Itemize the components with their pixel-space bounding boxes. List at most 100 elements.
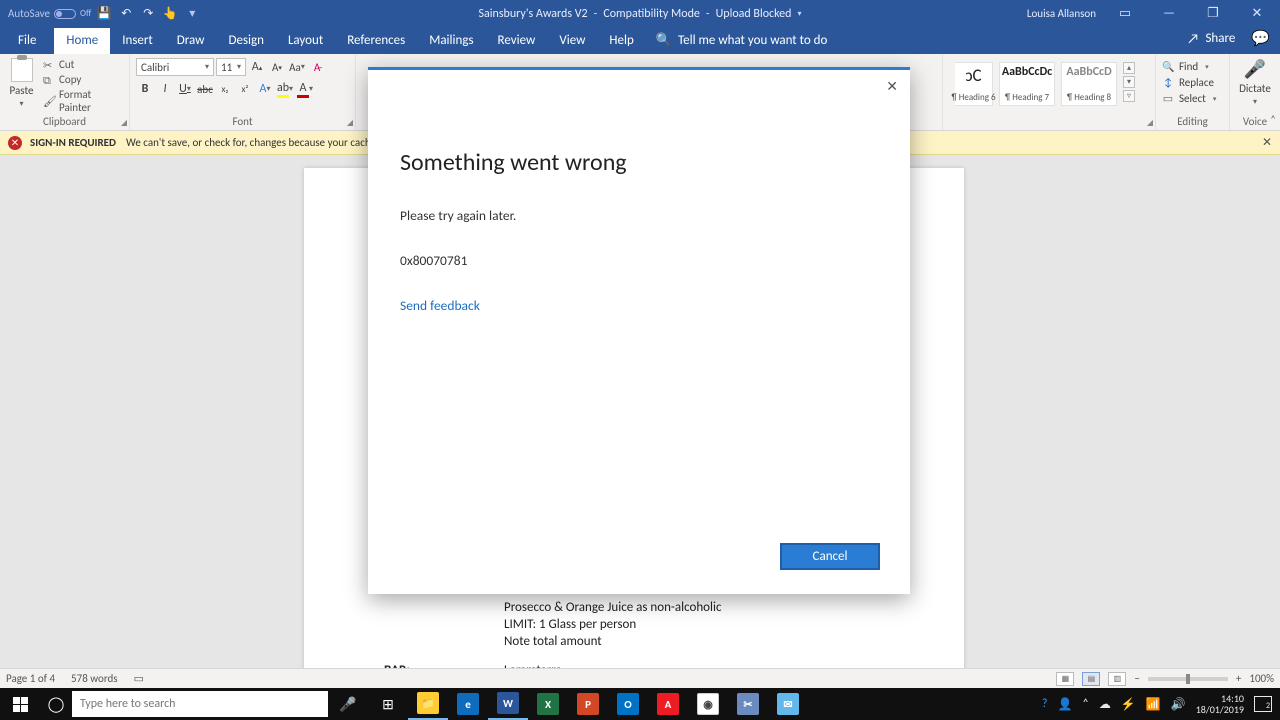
subscript-button[interactable]: x₂: [216, 80, 234, 98]
web-layout-icon[interactable]: ▥: [1108, 672, 1126, 686]
onedrive-icon[interactable]: ☁: [1099, 697, 1111, 712]
style-heading6[interactable]: ɔC ¶ Heading 6: [955, 62, 993, 106]
shrink-font-icon[interactable]: A▾: [268, 58, 286, 76]
highlight-color-button[interactable]: ab▾: [276, 80, 294, 98]
style-heading7[interactable]: AaBbCcDc ¶ Heading 7: [999, 62, 1055, 106]
taskbar-mail-icon[interactable]: ✉: [768, 688, 808, 720]
account-user-name[interactable]: Louisa Allanson: [1027, 7, 1096, 20]
tab-layout[interactable]: Layout: [276, 28, 335, 54]
taskbar-excel-icon[interactable]: X: [528, 688, 568, 720]
undo-icon[interactable]: ↶: [117, 5, 135, 23]
taskbar-chrome-icon[interactable]: ◉: [688, 688, 728, 720]
page-status[interactable]: Page 1 of 4: [6, 672, 55, 685]
volume-icon[interactable]: 🔊: [1171, 697, 1186, 712]
taskbar-outlook-icon[interactable]: O: [608, 688, 648, 720]
styles-scroll-down-icon[interactable]: ▾: [1123, 76, 1135, 88]
action-center-icon[interactable]: 2: [1254, 696, 1272, 712]
tab-file[interactable]: File: [0, 28, 54, 54]
autosave-toggle[interactable]: AutoSave Off: [8, 7, 91, 20]
text-effects-icon[interactable]: A▾: [256, 80, 274, 98]
spell-check-icon[interactable]: ▭: [134, 672, 144, 685]
tab-design[interactable]: Design: [216, 28, 275, 54]
cortana-icon[interactable]: ◯: [40, 695, 72, 714]
zoom-slider[interactable]: [1148, 677, 1228, 681]
font-size-combo[interactable]: 11▾: [216, 58, 246, 76]
paste-button[interactable]: Paste ▾: [6, 58, 37, 110]
tab-draw[interactable]: Draw: [165, 28, 217, 54]
format-painter-button[interactable]: Format Painter: [43, 88, 123, 114]
style-heading6-label: ¶ Heading 6: [951, 92, 995, 103]
tab-review[interactable]: Review: [486, 28, 548, 54]
send-feedback-link[interactable]: Send feedback: [400, 297, 878, 314]
replace-button[interactable]: Replace: [1162, 76, 1223, 89]
copy-button[interactable]: Copy: [43, 73, 123, 86]
task-view-icon[interactable]: ⊞: [368, 688, 408, 720]
taskbar-file-explorer-icon[interactable]: 📁: [408, 688, 448, 720]
find-button[interactable]: Find▾: [1162, 60, 1223, 73]
clear-formatting-icon[interactable]: A̶: [308, 58, 326, 76]
underline-button[interactable]: U▾: [176, 80, 194, 98]
read-mode-icon[interactable]: ▦: [1056, 672, 1074, 686]
tab-view[interactable]: View: [547, 28, 597, 54]
font-color-button[interactable]: A▾: [296, 80, 314, 98]
taskbar-powerpoint-icon[interactable]: P: [568, 688, 608, 720]
styles-expand-icon[interactable]: ▿: [1123, 90, 1135, 102]
taskbar-mic-icon[interactable]: 🎤: [328, 688, 368, 720]
taskbar-clock[interactable]: 14:10 18/01/2019: [1196, 693, 1244, 715]
tab-help[interactable]: Help: [597, 28, 645, 54]
start-button[interactable]: [0, 688, 40, 720]
tab-home[interactable]: Home: [54, 28, 110, 54]
window-close-icon[interactable]: ✕: [1242, 6, 1272, 21]
font-name-combo[interactable]: Calibri▾: [136, 58, 214, 76]
strikethrough-button[interactable]: abc: [196, 80, 214, 98]
taskbar-search-input[interactable]: Type here to search: [72, 691, 328, 717]
bold-button[interactable]: B: [136, 80, 154, 98]
tab-references[interactable]: References: [335, 28, 417, 54]
wifi-icon[interactable]: 📶: [1146, 697, 1161, 712]
zoom-in-icon[interactable]: +: [1236, 672, 1241, 685]
taskbar-acrobat-icon[interactable]: A: [648, 688, 688, 720]
zoom-out-icon[interactable]: −: [1134, 672, 1139, 685]
collapse-ribbon-icon[interactable]: ˄: [1270, 113, 1276, 126]
cut-button[interactable]: Cut: [43, 58, 123, 71]
people-icon[interactable]: 👤: [1057, 697, 1072, 712]
superscript-button[interactable]: x²: [236, 80, 254, 98]
word-count[interactable]: 578 words: [71, 672, 118, 685]
taskbar-snip-icon[interactable]: ✂: [728, 688, 768, 720]
taskbar-edge-icon[interactable]: e: [448, 688, 488, 720]
dictate-button[interactable]: 🎤 Dictate ▾: [1236, 58, 1274, 107]
italic-button[interactable]: I: [156, 80, 174, 98]
styles-dialog-launcher-icon[interactable]: ◢: [1147, 118, 1153, 128]
network-icon[interactable]: ⚡: [1121, 697, 1136, 712]
save-icon[interactable]: 💾: [95, 5, 113, 23]
print-layout-icon[interactable]: ▤: [1082, 672, 1100, 686]
font-dialog-launcher-icon[interactable]: ◢: [347, 118, 353, 128]
style-heading8[interactable]: AaBbCcD ¶ Heading 8: [1061, 62, 1117, 106]
tab-mailings[interactable]: Mailings: [417, 28, 485, 54]
tell-me-search[interactable]: 🔍 Tell me what you want to do: [656, 33, 828, 54]
redo-icon[interactable]: ↷: [139, 5, 157, 23]
share-icon: ↗: [1187, 30, 1199, 47]
change-case-icon[interactable]: Aa▾: [288, 58, 306, 76]
clipboard-dialog-launcher-icon[interactable]: ◢: [121, 118, 127, 128]
window-minimize-icon[interactable]: —: [1154, 6, 1184, 21]
qat-customize-icon[interactable]: ▾: [183, 5, 201, 23]
ribbon-display-options-icon[interactable]: ▭: [1110, 6, 1140, 21]
grow-font-icon[interactable]: A▴: [248, 58, 266, 76]
document-name: Sainsbury's Awards V2: [479, 7, 588, 21]
comments-icon[interactable]: 💬: [1251, 29, 1270, 48]
select-button[interactable]: Select▾: [1162, 92, 1223, 105]
styles-scroll[interactable]: ▴ ▾ ▿: [1123, 62, 1135, 102]
notice-close-icon[interactable]: ✕: [1262, 135, 1272, 150]
zoom-level[interactable]: 100%: [1249, 672, 1274, 685]
styles-scroll-up-icon[interactable]: ▴: [1123, 62, 1135, 74]
tab-insert[interactable]: Insert: [110, 28, 165, 54]
tray-chevron-icon[interactable]: ˄: [1082, 697, 1088, 711]
cancel-button[interactable]: Cancel: [780, 543, 880, 570]
share-button[interactable]: Share: [1205, 31, 1235, 46]
taskbar-word-icon[interactable]: W: [488, 688, 528, 720]
dialog-close-icon[interactable]: ✕: [886, 78, 898, 95]
window-restore-icon[interactable]: ❐: [1198, 6, 1228, 21]
touch-mode-icon[interactable]: 👆: [161, 5, 179, 23]
help-icon[interactable]: ?: [1042, 697, 1048, 711]
